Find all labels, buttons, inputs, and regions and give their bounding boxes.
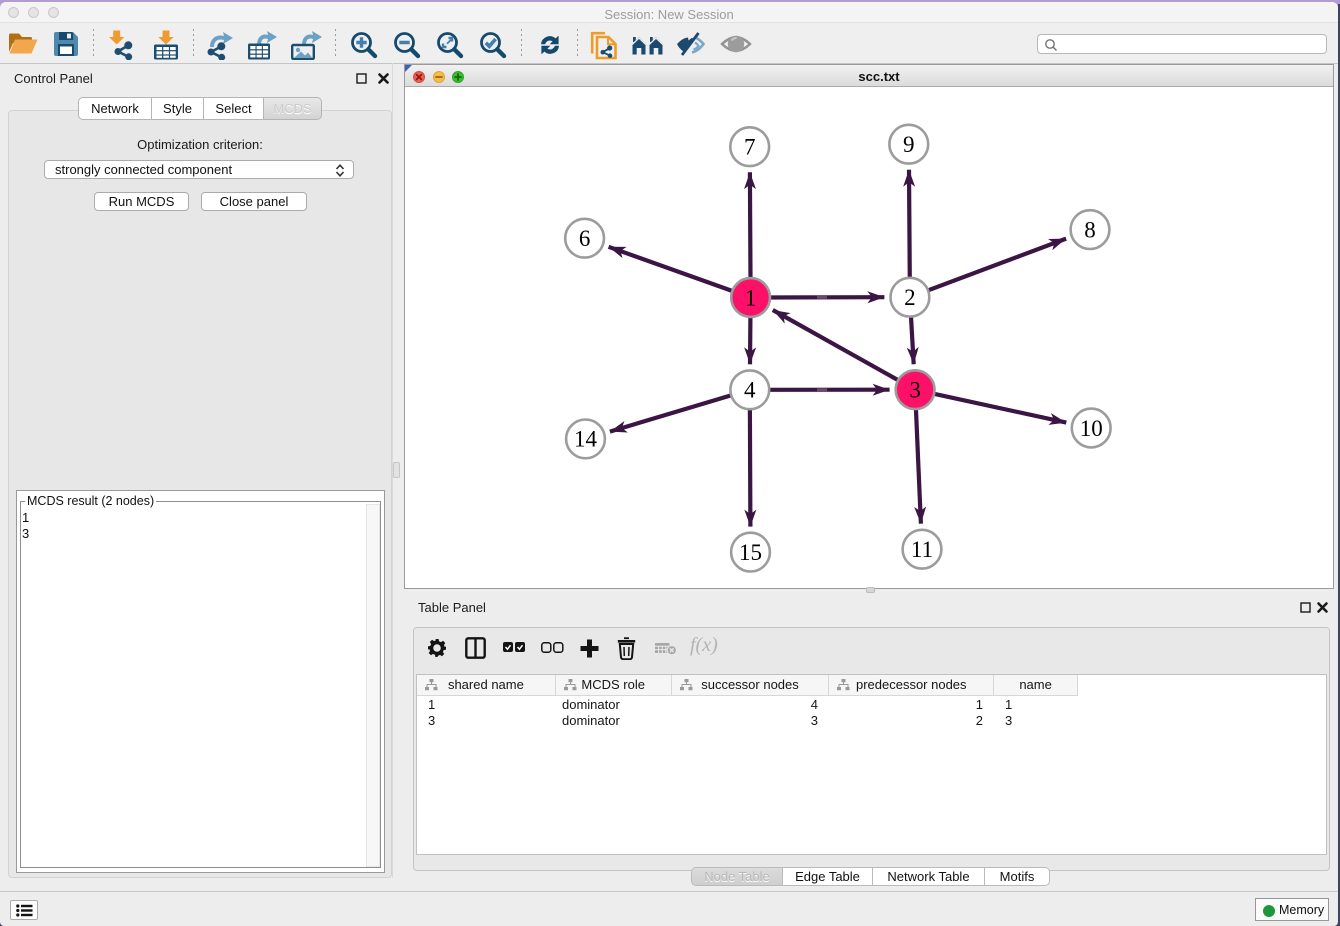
svg-text:11: 11 xyxy=(911,537,933,562)
svg-text:6: 6 xyxy=(579,226,591,251)
svg-text:1: 1 xyxy=(745,285,757,310)
svg-text:14: 14 xyxy=(574,427,598,452)
svg-text:9: 9 xyxy=(903,132,915,157)
svg-text:2: 2 xyxy=(904,285,916,310)
svg-text:7: 7 xyxy=(744,135,756,160)
svg-text:3: 3 xyxy=(909,378,921,403)
svg-text:4: 4 xyxy=(744,378,756,403)
svg-text:8: 8 xyxy=(1084,217,1096,242)
svg-text:15: 15 xyxy=(739,540,762,565)
svg-text:10: 10 xyxy=(1080,416,1103,441)
